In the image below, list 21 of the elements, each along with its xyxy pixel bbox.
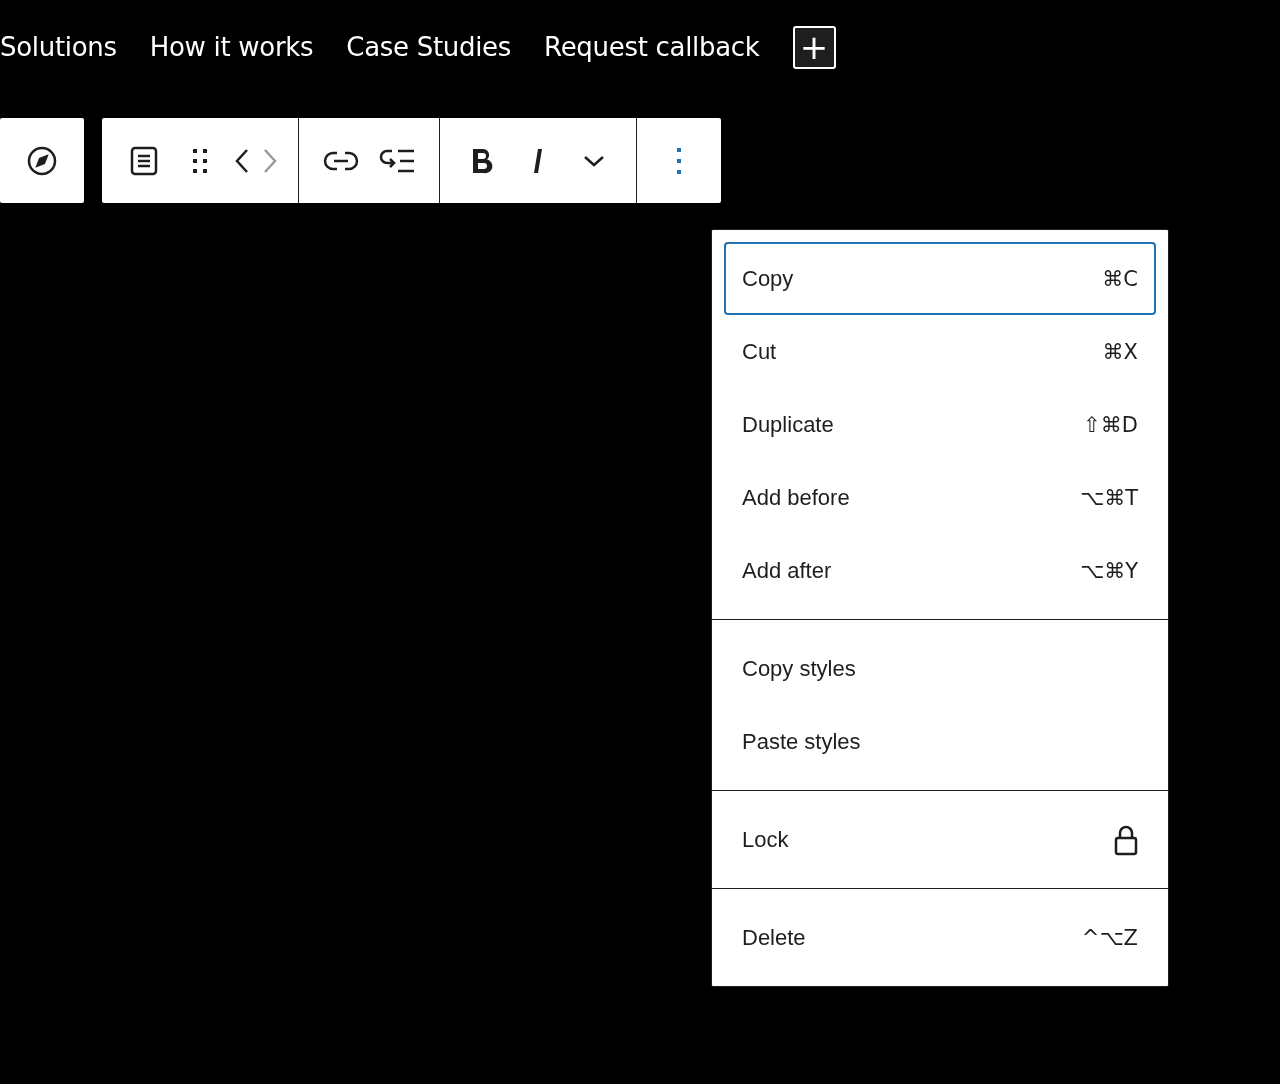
- menu-item[interactable]: Delete ^⌥Z: [724, 901, 1156, 974]
- nav-link[interactable]: Solutions: [0, 32, 117, 62]
- keyboard-shortcut: ⌘X: [1102, 339, 1138, 364]
- menu-item[interactable]: Add after ⌥⌘Y: [724, 534, 1156, 607]
- keyboard-shortcut: ⌥⌘T: [1079, 485, 1138, 510]
- keyboard-shortcut: ⌘C: [1102, 266, 1138, 291]
- add-button[interactable]: +: [792, 25, 836, 69]
- menu-item[interactable]: Copy ⌘C: [724, 242, 1156, 315]
- keyboard-shortcut: ⌥⌘Y: [1079, 558, 1138, 583]
- nav-link[interactable]: Case Studies: [346, 32, 512, 62]
- nav-link[interactable]: Request callback: [544, 32, 760, 62]
- menu-item[interactable]: Add before ⌥⌘T: [724, 461, 1156, 534]
- menu-item[interactable]: Duplicate ⇧⌘D: [724, 388, 1156, 461]
- keyboard-shortcut: ^⌥Z: [1081, 925, 1138, 950]
- keyboard-shortcut: ⇧⌘D: [1083, 412, 1138, 437]
- nav-link[interactable]: How it works: [149, 32, 314, 62]
- lock-icon: [1114, 823, 1138, 856]
- menu-item[interactable]: Lock: [724, 803, 1156, 876]
- menu-item[interactable]: Copy styles: [724, 632, 1156, 705]
- menu-item[interactable]: Cut ⌘X: [724, 315, 1156, 388]
- menu-item[interactable]: Paste styles: [724, 705, 1156, 778]
